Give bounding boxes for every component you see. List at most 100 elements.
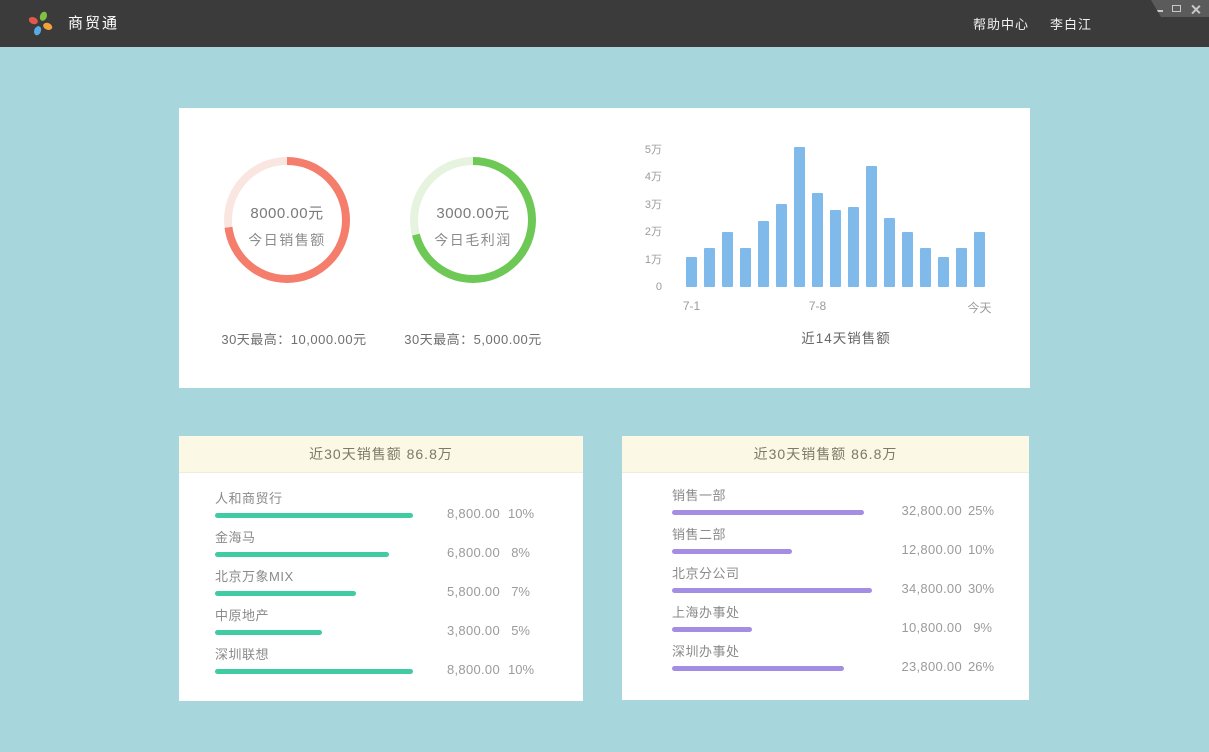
user-name[interactable]: 李白江 xyxy=(1050,14,1092,33)
item-values: 34,800.00 30% xyxy=(884,581,992,596)
y-tick-label: 4万 xyxy=(582,170,662,184)
item-percent: 10% xyxy=(508,506,530,521)
daily-sales-chart-title: 近14天销售额 xyxy=(801,327,891,347)
x-tick-label: 7-1 xyxy=(683,299,700,313)
item-bar xyxy=(672,549,872,554)
y-tick-label: 0 xyxy=(582,280,662,294)
sales-bar xyxy=(686,257,697,287)
item-values: 32,800.00 25% xyxy=(884,503,992,518)
minimize-button[interactable] xyxy=(1153,6,1163,12)
item-amount: 8,800.00 xyxy=(430,662,500,677)
sales-bar xyxy=(704,248,715,287)
item-values: 8,800.00 10% xyxy=(430,506,530,521)
item-amount: 10,800.00 xyxy=(884,620,962,635)
sales-bar xyxy=(884,218,895,287)
item-bar-fill xyxy=(215,669,413,674)
item-percent: 7% xyxy=(508,584,530,599)
item-bar xyxy=(215,630,413,635)
sales-bar xyxy=(830,210,841,287)
item-bar xyxy=(215,591,413,596)
item-values: 8,800.00 10% xyxy=(430,662,530,677)
titlebar-right: 帮助中心 李白江 xyxy=(973,0,1092,47)
maximize-icon xyxy=(1172,5,1181,12)
x-tick-label: 今天 xyxy=(967,299,991,316)
item-percent: 25% xyxy=(968,503,992,518)
sales-bar xyxy=(740,248,751,287)
list-item: 中原地产 3,800.00 5% xyxy=(179,607,583,635)
maximize-button[interactable] xyxy=(1172,5,1181,12)
item-bar xyxy=(672,666,872,671)
sales-bar xyxy=(776,204,787,287)
list-item: 北京万象MIX 5,800.00 7% xyxy=(179,568,583,596)
sales-bar xyxy=(902,232,913,287)
item-amount: 23,800.00 xyxy=(884,659,962,674)
y-tick-label: 5万 xyxy=(582,143,662,157)
item-percent: 26% xyxy=(968,659,992,674)
daily-sales-chart: 0 1万 2万 3万 4万 5万 7-1 7-8 今天 近14天销售额 xyxy=(179,108,1030,388)
item-percent: 8% xyxy=(508,545,530,560)
department-sales-card: 近30天销售额 86.8万 销售一部 32,800.00 25% 销售二部 12… xyxy=(622,436,1029,700)
customer-sales-card: 近30天销售额 86.8万 人和商贸行 8,800.00 10% 金海马 6,8… xyxy=(179,436,583,701)
titlebar: 商贸通 帮助中心 李白江 xyxy=(0,0,1209,47)
item-percent: 5% xyxy=(508,623,530,638)
app-title: 商贸通 xyxy=(68,0,119,47)
sales-bar xyxy=(974,232,985,287)
y-tick-label: 1万 xyxy=(582,253,662,267)
item-bar xyxy=(215,552,413,557)
pinwheel-logo-icon xyxy=(27,10,54,37)
item-bar-fill xyxy=(215,591,356,596)
item-amount: 3,800.00 xyxy=(430,623,500,638)
list-item: 销售一部 32,800.00 25% xyxy=(622,487,1029,515)
item-values: 23,800.00 26% xyxy=(884,659,992,674)
sales-bar xyxy=(812,193,823,287)
item-values: 10,800.00 9% xyxy=(884,620,992,635)
window-controls xyxy=(1151,0,1209,17)
customer-sales-list: 人和商贸行 8,800.00 10% 金海马 6,800.00 8% 北京万象M… xyxy=(179,473,583,674)
sales-bar xyxy=(794,147,805,287)
item-percent: 30% xyxy=(968,581,992,596)
sales-bar xyxy=(848,207,859,287)
department-sales-card-title: 近30天销售额 86.8万 xyxy=(622,436,1029,473)
item-amount: 32,800.00 xyxy=(884,503,962,518)
item-bar-fill xyxy=(215,552,389,557)
item-percent: 10% xyxy=(508,662,530,677)
list-item: 深圳办事处 23,800.00 26% xyxy=(622,643,1029,671)
close-icon xyxy=(1190,4,1200,14)
item-bar xyxy=(215,513,413,518)
item-amount: 12,800.00 xyxy=(884,542,962,557)
minimize-icon xyxy=(1153,10,1163,12)
sales-bar xyxy=(866,166,877,287)
y-tick-label: 2万 xyxy=(582,225,662,239)
y-tick-label: 3万 xyxy=(582,198,662,212)
daily-sales-bars xyxy=(686,142,985,287)
item-values: 3,800.00 5% xyxy=(430,623,530,638)
list-item: 深圳联想 8,800.00 10% xyxy=(179,646,583,674)
item-amount: 8,800.00 xyxy=(430,506,500,521)
item-bar-fill xyxy=(215,513,413,518)
sales-bar xyxy=(920,248,931,287)
item-percent: 10% xyxy=(968,542,992,557)
list-item: 上海办事处 10,800.00 9% xyxy=(622,604,1029,632)
list-item: 北京分公司 34,800.00 30% xyxy=(622,565,1029,593)
x-tick-label: 7-8 xyxy=(809,299,826,313)
item-bar-fill xyxy=(672,666,844,671)
help-center-link[interactable]: 帮助中心 xyxy=(973,14,1029,33)
item-bar-fill xyxy=(672,588,872,593)
item-bar-fill xyxy=(672,627,752,632)
close-button[interactable] xyxy=(1190,4,1200,14)
sales-bar xyxy=(938,257,949,287)
item-bar xyxy=(672,588,872,593)
item-amount: 34,800.00 xyxy=(884,581,962,596)
list-item: 人和商贸行 8,800.00 10% xyxy=(179,490,583,518)
customer-sales-card-title: 近30天销售额 86.8万 xyxy=(179,436,583,473)
list-item: 销售二部 12,800.00 10% xyxy=(622,526,1029,554)
item-values: 12,800.00 10% xyxy=(884,542,992,557)
department-sales-list: 销售一部 32,800.00 25% 销售二部 12,800.00 10% 北京… xyxy=(622,473,1029,671)
item-bar-fill xyxy=(672,549,792,554)
sales-bar xyxy=(758,221,769,287)
list-item: 金海马 6,800.00 8% xyxy=(179,529,583,557)
item-amount: 5,800.00 xyxy=(430,584,500,599)
item-bar xyxy=(672,627,872,632)
item-amount: 6,800.00 xyxy=(430,545,500,560)
item-values: 6,800.00 8% xyxy=(430,545,530,560)
